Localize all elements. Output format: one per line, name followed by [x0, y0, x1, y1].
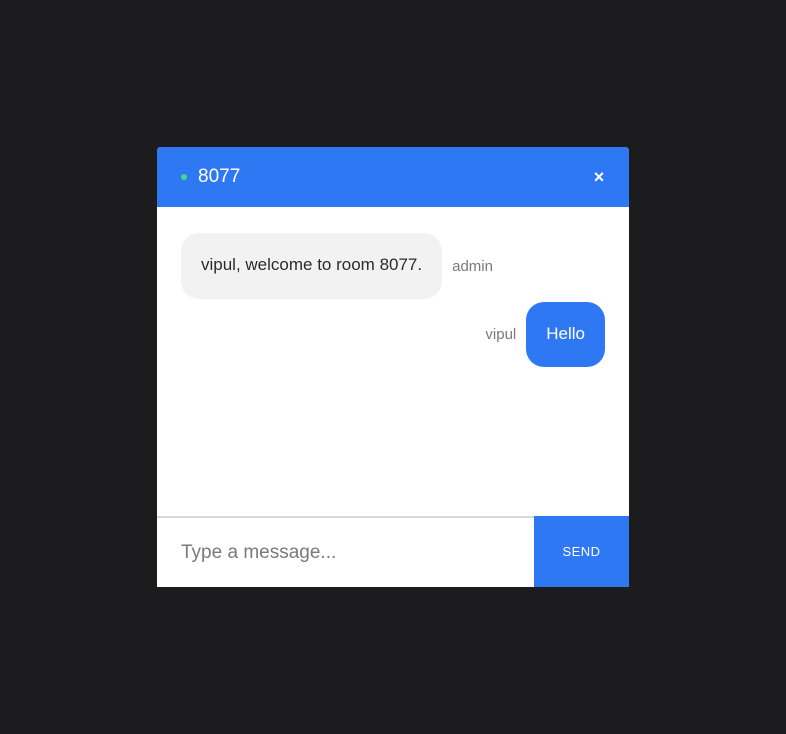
- close-icon: ×: [593, 167, 605, 187]
- message-composer: SEND: [157, 516, 629, 587]
- outgoing-message-bubble: Hello: [526, 302, 605, 367]
- message-row-incoming: vipul, welcome to room 8077. admin: [181, 233, 493, 299]
- incoming-message-bubble: vipul, welcome to room 8077.: [181, 233, 443, 299]
- chat-window: 8077 × vipul, welcome to room 8077. admi…: [157, 147, 629, 587]
- close-button[interactable]: ×: [587, 163, 611, 191]
- send-button[interactable]: SEND: [534, 516, 629, 587]
- room-title: 8077: [198, 166, 241, 187]
- chat-header: 8077 ×: [157, 147, 629, 207]
- message-sender: admin: [452, 257, 493, 275]
- message-sender: vipul: [485, 326, 517, 343]
- message-row-outgoing: vipul Hello: [485, 302, 605, 367]
- message-input[interactable]: [157, 518, 534, 587]
- message-list[interactable]: vipul, welcome to room 8077. admin vipul…: [157, 207, 629, 516]
- online-dot-icon: [181, 174, 187, 180]
